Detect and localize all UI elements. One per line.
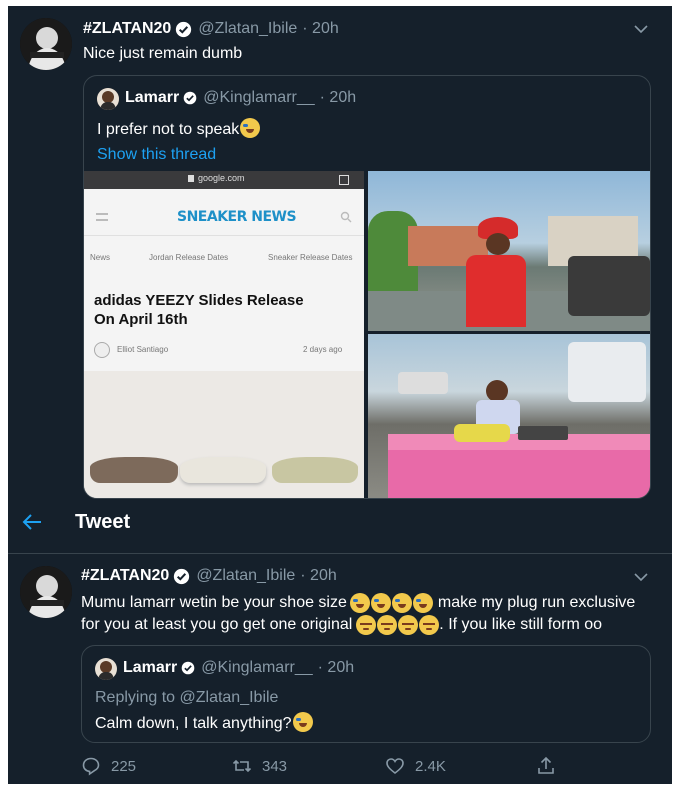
post-age: 2 days ago	[303, 345, 343, 354]
quote-timestamp: · 20h	[317, 659, 355, 676]
verified-badge-icon	[176, 21, 192, 37]
replying-to: Replying to @Zlatan_Ibile	[95, 689, 279, 706]
top-tweet-header: #ZLATAN20 @Zlatan_Ibile · 20h	[83, 20, 339, 38]
quote-text: I prefer not to speak	[97, 118, 261, 140]
author-avatar	[94, 342, 110, 358]
quote-text: Calm down, I talk anything?	[95, 712, 313, 734]
chevron-down-icon[interactable]	[634, 572, 648, 582]
display-name[interactable]: #ZLATAN20	[81, 567, 169, 585]
lamarr-avatar	[95, 658, 117, 680]
site-logo: SNEAKER NEWS	[177, 209, 297, 225]
author-name: Elliot Santiago	[117, 345, 169, 354]
retweet-button[interactable]: 343	[232, 756, 287, 776]
quote-handle: @Kinglamarr__	[203, 89, 315, 106]
reply-icon	[82, 757, 100, 776]
page-title: Tweet	[75, 511, 131, 533]
main-tweet-text: Mumu lamarr wetin be your shoe size make…	[81, 593, 636, 635]
nav-jordan: Jordan Release Dates	[149, 253, 229, 262]
sneaker-news-screenshot[interactable]: google.com SNEAKER NEWS News Jordan Rele…	[84, 171, 364, 498]
reply-count: 225	[111, 757, 137, 775]
share-button[interactable]	[536, 756, 566, 776]
timestamp[interactable]: · 20h	[300, 567, 336, 585]
retweet-count: 343	[262, 757, 288, 775]
quote-handle: @Kinglamarr__	[201, 659, 313, 676]
tweet-text: Nice just remain dumb	[83, 45, 243, 62]
tweet-screen: #ZLATAN20 @Zlatan_Ibile · 20h Nice just …	[8, 6, 672, 784]
relieved-face-emoji-icon	[356, 615, 377, 635]
handle[interactable]: @Zlatan_Ibile	[198, 20, 297, 38]
tears-of-joy-emoji-icon	[370, 593, 391, 613]
like-button[interactable]: 2.4K	[385, 756, 446, 776]
search-icon	[340, 211, 352, 223]
verified-badge-icon	[181, 661, 195, 675]
show-thread-link[interactable]: Show this thread	[97, 144, 216, 165]
share-icon	[538, 756, 554, 774]
back-arrow-icon[interactable]	[22, 514, 42, 530]
retweet-icon	[232, 759, 252, 773]
share-icon	[339, 175, 349, 185]
quote-display-name: Lamarr	[123, 659, 178, 676]
tweet-actions: 225 343 2.4K	[8, 756, 672, 780]
quote-header: Lamarr @Kinglamarr__ · 20h	[123, 659, 354, 677]
relieved-face-emoji-icon	[398, 615, 419, 635]
handle[interactable]: @Zlatan_Ibile	[196, 567, 295, 585]
tears-of-joy-emoji-icon	[412, 593, 433, 613]
display-name[interactable]: #ZLATAN20	[83, 20, 171, 38]
lamarr-avatar	[97, 88, 119, 110]
like-count: 2.4K	[415, 757, 446, 775]
nav-news: News	[90, 253, 111, 262]
menu-icon	[96, 213, 108, 221]
article-headline: adidas YEEZY Slides Release On April 16t…	[94, 292, 304, 328]
quoted-tweet[interactable]: Lamarr @Kinglamarr__ · 20h I prefer not …	[83, 75, 651, 499]
quoted-tweet[interactable]: Lamarr @Kinglamarr__ · 20h Replying to @…	[81, 645, 651, 743]
verified-badge-icon	[183, 91, 197, 105]
zlatan-avatar[interactable]	[20, 18, 72, 70]
tears-of-joy-emoji-icon	[292, 712, 313, 732]
tears-of-joy-emoji-icon	[349, 593, 370, 613]
verified-badge-icon	[174, 568, 190, 584]
main-tweet-header: #ZLATAN20 @Zlatan_Ibile · 20h	[81, 567, 337, 585]
browser-url: google.com	[198, 173, 245, 183]
relieved-face-emoji-icon	[419, 615, 440, 635]
chevron-down-icon[interactable]	[634, 24, 648, 34]
tears-of-joy-emoji-icon	[391, 593, 412, 613]
heart-icon	[386, 758, 404, 775]
quote-display-name: Lamarr	[125, 89, 180, 106]
quote-timestamp: · 20h	[319, 89, 357, 106]
nav-sneaker: Sneaker Release Dates	[268, 253, 353, 262]
divider	[8, 553, 672, 554]
reply-button[interactable]: 225	[81, 756, 136, 776]
tears-of-joy-emoji-icon	[240, 118, 261, 138]
relieved-face-emoji-icon	[377, 615, 398, 635]
quote-header: Lamarr @Kinglamarr__ · 20h	[125, 89, 356, 107]
timestamp[interactable]: · 20h	[302, 20, 338, 38]
mattress-photo[interactable]	[368, 334, 650, 498]
slides-photo	[84, 371, 364, 498]
red-outfit-photo[interactable]	[368, 171, 650, 331]
lock-icon	[188, 174, 194, 182]
zlatan-avatar-main[interactable]	[20, 566, 72, 618]
